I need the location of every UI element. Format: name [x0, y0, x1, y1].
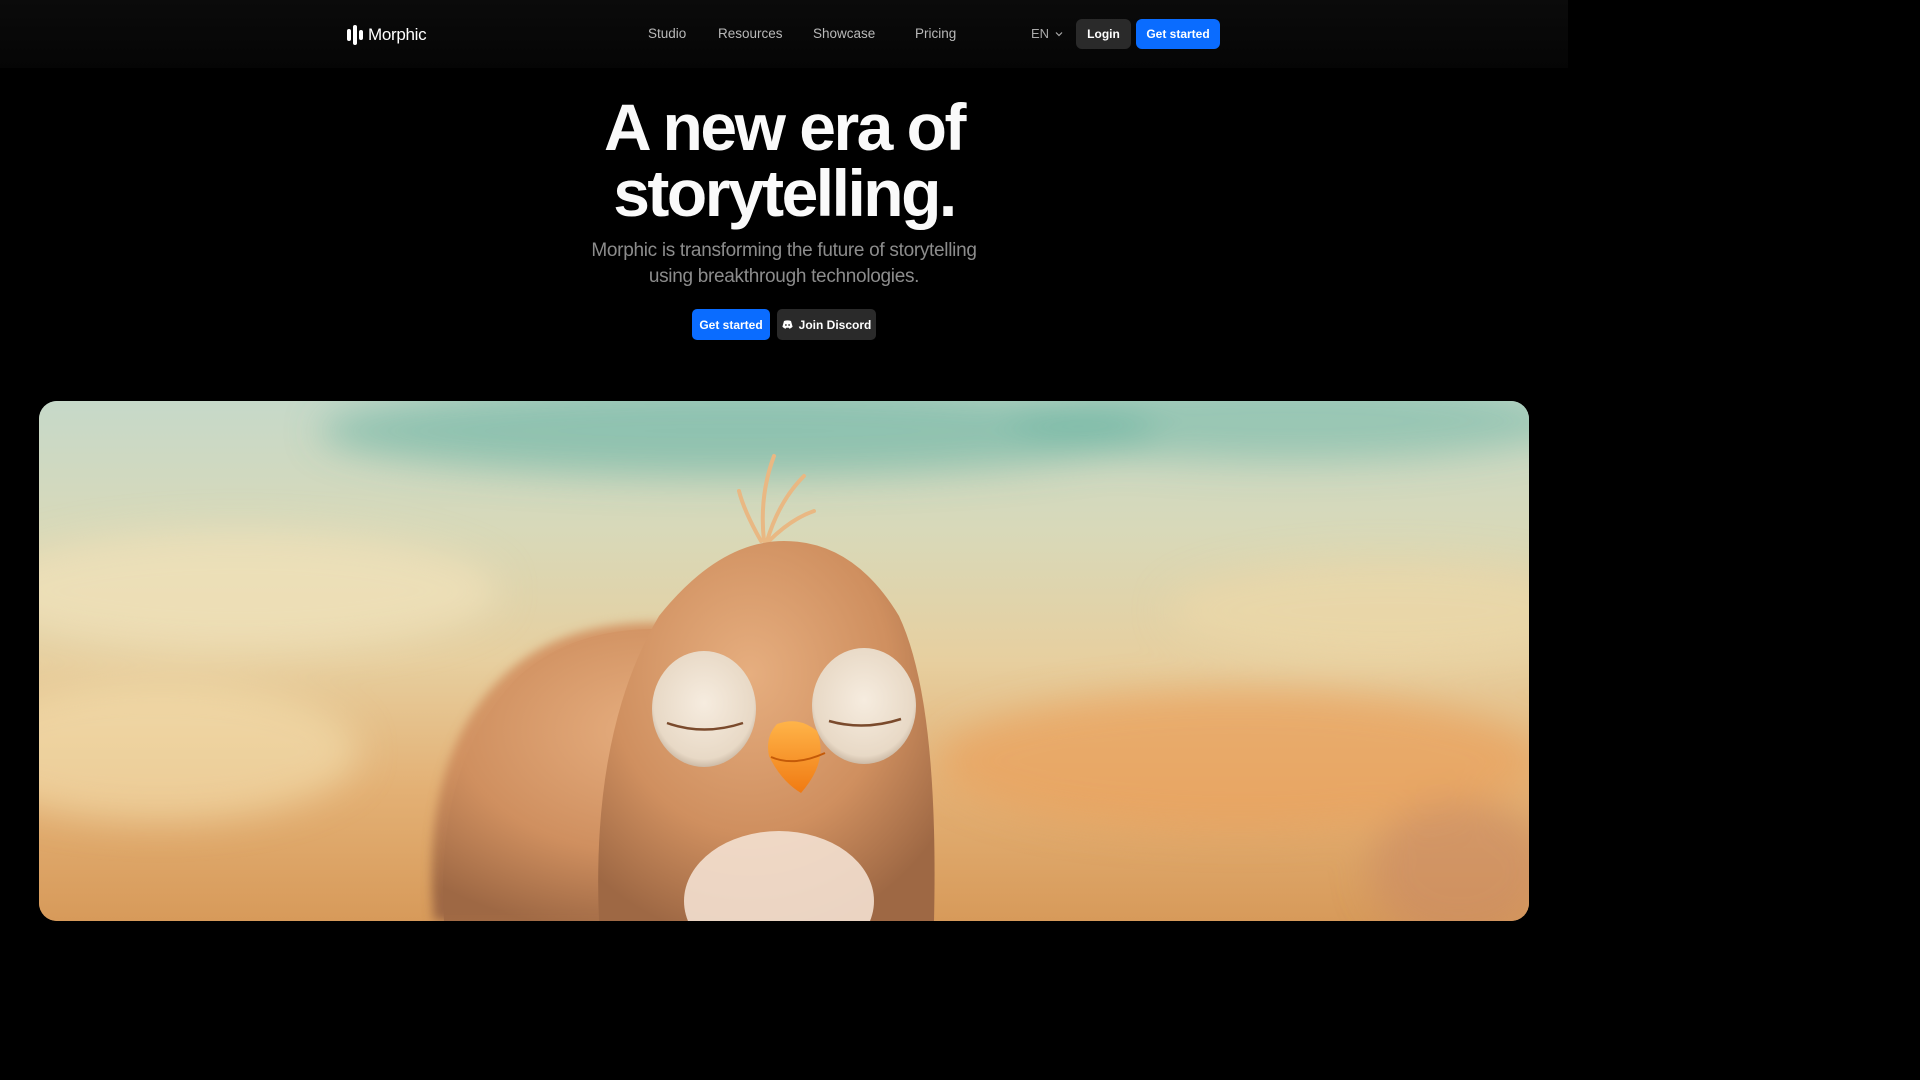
get-started-hero-button[interactable]: Get started — [692, 309, 770, 340]
join-discord-button[interactable]: Join Discord — [777, 309, 876, 340]
login-button[interactable]: Login — [1076, 19, 1131, 49]
nav-link-showcase[interactable]: Showcase — [813, 26, 875, 41]
join-discord-label: Join Discord — [798, 317, 872, 332]
hero-subtitle: Morphic is transforming the future of st… — [0, 238, 1568, 290]
hero-video[interactable] — [39, 401, 1529, 921]
hero-title-line-2: storytelling. — [613, 156, 957, 230]
nav-link-studio[interactable]: Studio — [648, 26, 686, 41]
chevron-down-icon — [1055, 31, 1063, 36]
discord-icon — [782, 320, 793, 329]
nav-link-resources[interactable]: Resources — [718, 26, 783, 41]
hero-title-line-1: A new era of — [604, 90, 966, 164]
top-navigation-bar: Morphic Studio Resources Showcase Pricin… — [0, 0, 1568, 68]
language-label: EN — [1031, 26, 1050, 41]
hero-media-illustration — [39, 401, 1529, 921]
main-nav: Studio Resources Showcase Pricing — [0, 26, 1568, 44]
get-started-nav-button[interactable]: Get started — [1136, 19, 1220, 49]
language-selector[interactable]: EN — [1031, 26, 1063, 41]
nav-link-pricing[interactable]: Pricing — [915, 26, 956, 41]
hero-subtitle-line-2: using breakthrough technologies. — [648, 266, 920, 287]
hero-subtitle-line-1: Morphic is transforming the future of st… — [591, 240, 977, 261]
hero-title: A new era of storytelling. — [0, 94, 1568, 226]
